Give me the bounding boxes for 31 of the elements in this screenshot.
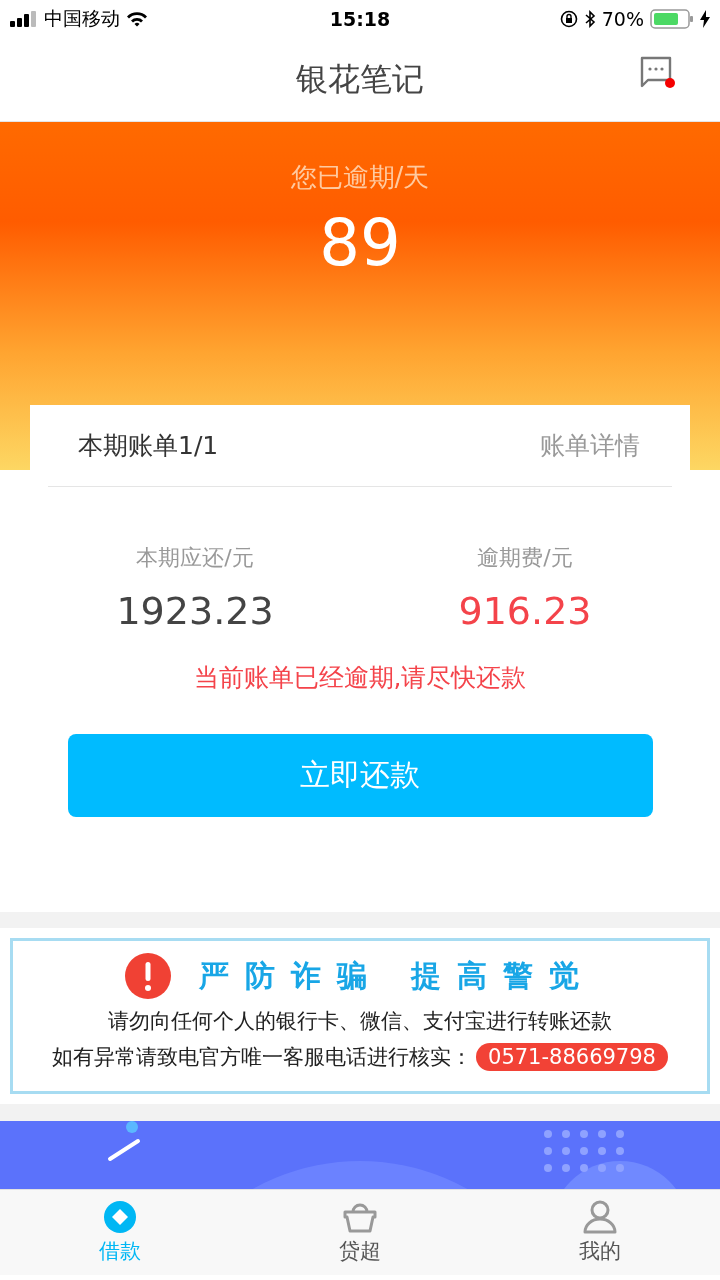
bill-detail-link[interactable]: 账单详情 — [540, 429, 640, 462]
app-title: 银花笔记 — [296, 58, 424, 100]
amount-label: 逾期费/元 — [477, 544, 573, 572]
tab[interactable]: 贷超 — [300, 1200, 420, 1265]
tab[interactable]: 借款 — [60, 1200, 180, 1265]
overdue-warning: 当前账单已经逾期,请尽快还款 — [193, 662, 527, 694]
bill-title: 本期账单1/1 — [78, 430, 219, 462]
repay-button[interactable]: 立即还款 — [67, 734, 653, 817]
charging-icon — [700, 10, 710, 28]
amount-value: 1923.23 — [116, 589, 274, 633]
notice-title: 提高警觉 — [411, 956, 595, 995]
overdue-days: 89 — [319, 205, 401, 282]
phone-number[interactable]: 0571-88669798 — [476, 1043, 668, 1071]
notice-text: 如有异常请致电官方唯一客服电话进行核实： — [52, 1044, 473, 1071]
bluetooth-icon — [583, 10, 596, 28]
signal-icon — [10, 11, 38, 27]
notice-title: 严防诈骗 — [199, 956, 383, 995]
amount-value: 916.23 — [458, 589, 592, 633]
exclamation-icon — [125, 953, 171, 999]
message-icon[interactable] — [638, 56, 676, 90]
amount-label: 本期应还/元 — [136, 544, 254, 572]
battery-percent: 70% — [601, 8, 644, 30]
status-time: 15:18 — [328, 8, 392, 30]
person-icon — [582, 1200, 618, 1234]
overdue-label: 您已逾期/天 — [290, 161, 430, 194]
battery-icon — [650, 9, 694, 29]
rotation-lock-icon — [559, 10, 578, 28]
wifi-icon — [126, 11, 148, 27]
notice-text: 请勿向任何个人的银行卡、微信、支付宝进行转账还款 — [108, 1008, 612, 1035]
carrier-name: 中国移动 — [44, 6, 120, 31]
tab[interactable]: 我的 — [540, 1200, 660, 1265]
